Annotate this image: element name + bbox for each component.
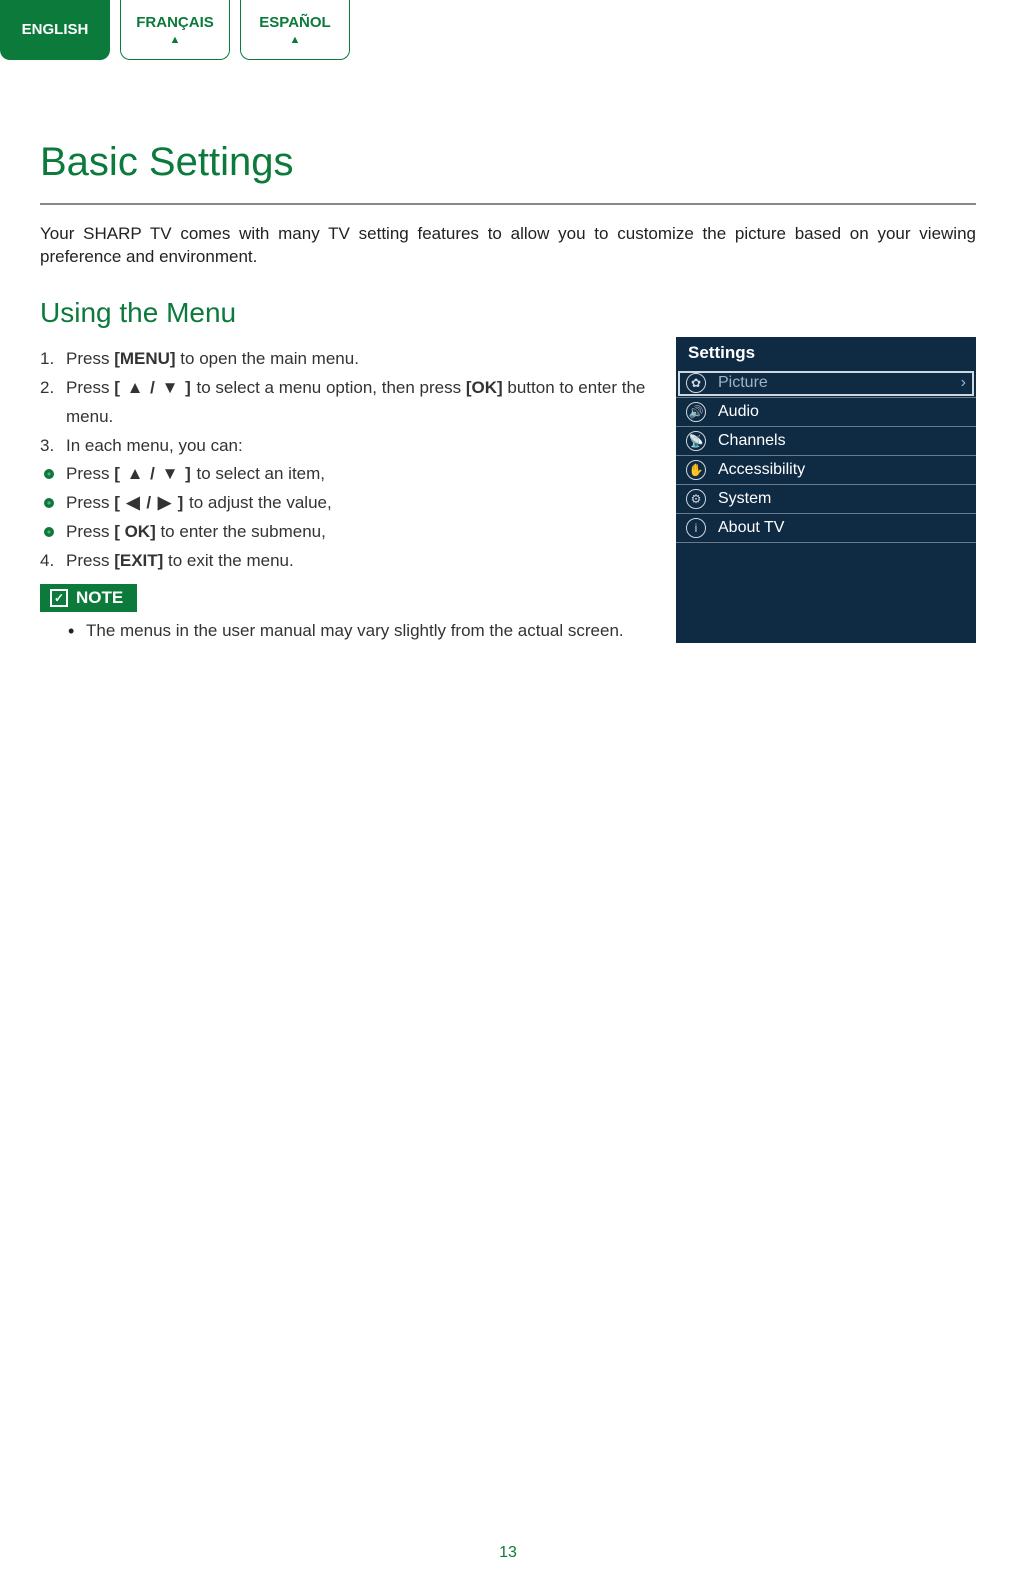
list-item: Press [ OK] to enter the submenu, bbox=[40, 518, 660, 547]
settings-panel-title: Settings bbox=[676, 337, 976, 369]
settings-item-channels[interactable]: 📡 Channels bbox=[676, 427, 976, 456]
tab-espanol[interactable]: ESPAÑOL ▲ bbox=[240, 0, 350, 60]
tab-english[interactable]: ENGLISH bbox=[0, 0, 110, 60]
audio-icon: 🔊 bbox=[686, 402, 706, 422]
settings-item-accessibility[interactable]: ✋ Accessibility bbox=[676, 456, 976, 485]
list-item: Press [ ◀ / ▶ ] to adjust the value, bbox=[40, 489, 660, 518]
list-item: Press [ ▲ / ▼ ] to select an item, bbox=[40, 460, 660, 489]
settings-item-audio[interactable]: 🔊 Audio bbox=[676, 398, 976, 427]
settings-item-system[interactable]: ⚙ System bbox=[676, 485, 976, 514]
bullet-icon bbox=[44, 469, 54, 479]
picture-icon: ✿ bbox=[686, 373, 706, 393]
page-content: Basic Settings Your SHARP TV comes with … bbox=[0, 60, 1016, 644]
list-item: Press [MENU] to open the main menu. bbox=[40, 345, 660, 374]
tab-francais[interactable]: FRANÇAIS ▲ bbox=[120, 0, 230, 60]
settings-item-about[interactable]: i About TV bbox=[676, 514, 976, 543]
note-badge: ✓ NOTE bbox=[40, 584, 137, 612]
note-list: The menus in the user manual may vary sl… bbox=[40, 618, 660, 644]
instruction-list-cont: Press [EXIT] to exit the menu. bbox=[40, 547, 660, 576]
tab-label: ESPAÑOL bbox=[259, 14, 330, 31]
section-title: Using the Menu bbox=[40, 297, 660, 329]
channels-icon: 📡 bbox=[686, 431, 706, 451]
tab-label: FRANÇAIS bbox=[136, 14, 214, 31]
page-title: Basic Settings bbox=[40, 140, 976, 185]
settings-item-label: Picture bbox=[718, 374, 768, 392]
language-tabs: ENGLISH FRANÇAIS ▲ ESPAÑOL ▲ bbox=[0, 0, 1016, 60]
page-number: 13 bbox=[0, 1544, 1016, 1562]
settings-item-label: Channels bbox=[718, 432, 786, 450]
chevron-right-icon: › bbox=[961, 374, 966, 392]
check-icon: ✓ bbox=[50, 589, 68, 607]
bullet-icon bbox=[44, 498, 54, 508]
settings-item-label: Accessibility bbox=[718, 461, 805, 479]
list-item: In each menu, you can: bbox=[40, 432, 660, 461]
bullet-icon bbox=[44, 527, 54, 537]
intro-text: Your SHARP TV comes with many TV setting… bbox=[40, 223, 976, 269]
tab-label: ENGLISH bbox=[22, 21, 89, 38]
note-label: NOTE bbox=[76, 588, 123, 608]
divider bbox=[40, 203, 976, 205]
chevron-up-icon: ▲ bbox=[290, 35, 301, 46]
settings-panel: Settings ✿ Picture › 🔊 Audio 📡 Channels … bbox=[676, 337, 976, 643]
info-icon: i bbox=[686, 518, 706, 538]
list-item: Press [EXIT] to exit the menu. bbox=[40, 547, 660, 576]
system-icon: ⚙ bbox=[686, 489, 706, 509]
accessibility-icon: ✋ bbox=[686, 460, 706, 480]
settings-item-label: About TV bbox=[718, 519, 784, 537]
settings-list: ✿ Picture › 🔊 Audio 📡 Channels ✋ Accessi… bbox=[676, 369, 976, 543]
settings-item-label: Audio bbox=[718, 403, 759, 421]
settings-item-picture[interactable]: ✿ Picture › bbox=[676, 369, 976, 398]
instruction-sublist: Press [ ▲ / ▼ ] to select an item, Press… bbox=[40, 460, 660, 547]
instruction-list: Press [MENU] to open the main menu. Pres… bbox=[40, 345, 660, 461]
chevron-up-icon: ▲ bbox=[170, 35, 181, 46]
settings-item-label: System bbox=[718, 490, 771, 508]
note-item: The menus in the user manual may vary sl… bbox=[86, 618, 660, 644]
list-item: Press [ ▲ / ▼ ] to select a menu option,… bbox=[40, 374, 660, 432]
